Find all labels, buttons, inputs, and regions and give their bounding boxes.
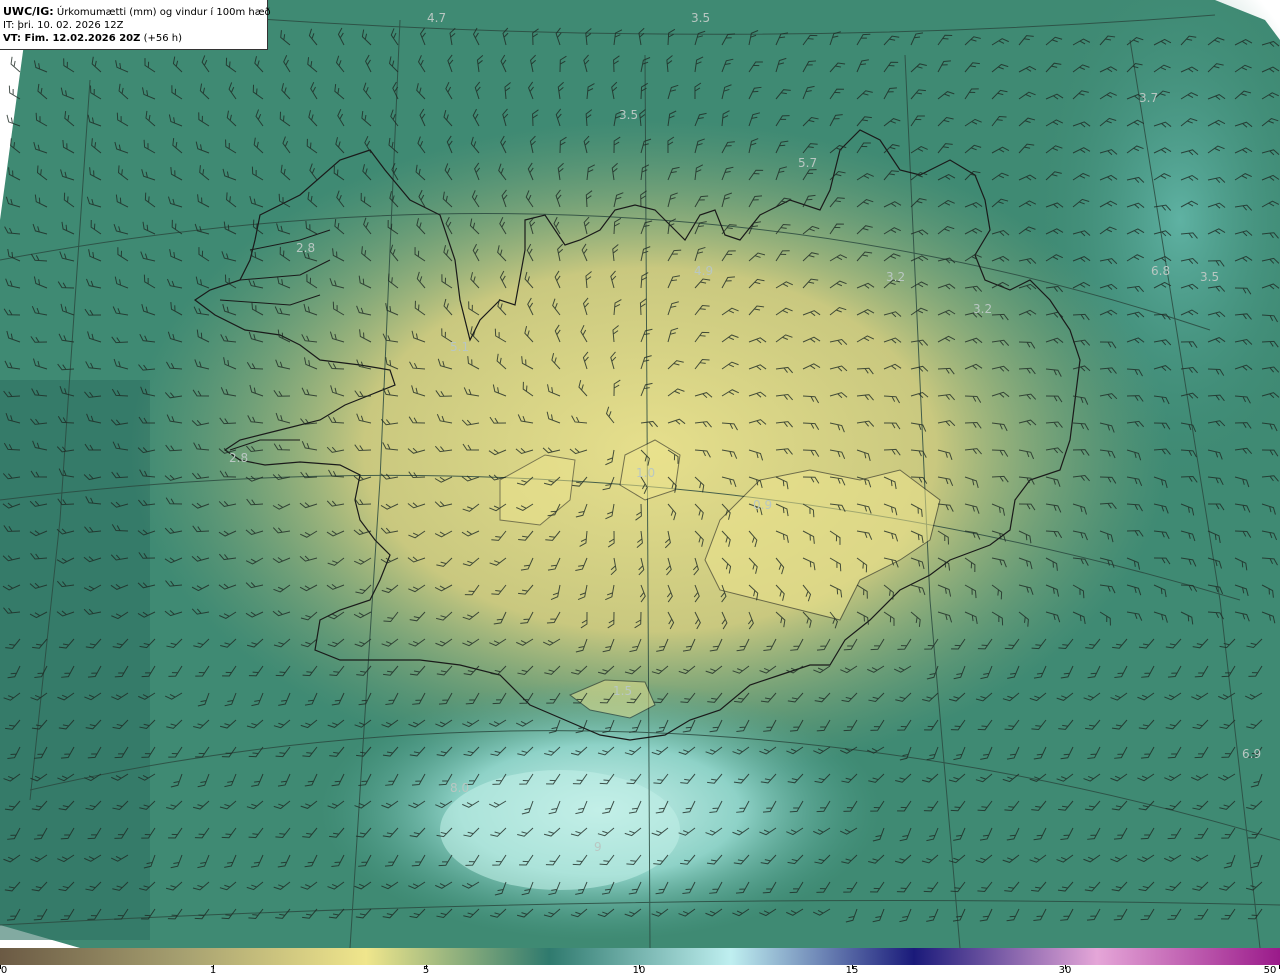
map-canvas: 4.7 3.5 3.7 3.5 5.7 2.8 4.9 3.2 3.2 6.8 … (0, 0, 1280, 948)
value-label: 3.5 (1200, 270, 1219, 284)
value-label: 4.9 (694, 264, 713, 278)
map-info-box: UWC/IG: Úrkomumætti (mm) og vindur í 100… (0, 0, 271, 50)
dark-west-band (0, 380, 150, 940)
colorbar-gradient (0, 948, 1280, 965)
colorbar-label: 0 (0, 965, 8, 976)
colorbar-label: 15 (845, 965, 859, 976)
value-label: 8.0 (450, 781, 469, 795)
south-moisture-core (440, 770, 680, 890)
colorbar-label: 30 (1058, 965, 1072, 976)
valid-offset: (+56 h) (143, 33, 182, 44)
weather-map: 4.7 3.5 3.7 3.5 5.7 2.8 4.9 3.2 3.2 6.8 … (0, 0, 1280, 948)
value-label: 1.0 (636, 466, 655, 480)
value-label: 4.7 (427, 11, 446, 25)
value-label: 3.5 (691, 11, 710, 25)
value-label: 2.8 (296, 241, 315, 255)
value-label: 9 (594, 840, 602, 854)
colorbar-label: 5 (422, 965, 430, 976)
value-label: 5.1 (450, 340, 469, 354)
value-label: 6.8 (1151, 264, 1170, 278)
valid-row: VT: Fim. 12.02.2026 20Z (+56 h) (3, 32, 267, 45)
value-label: 3.7 (1139, 91, 1158, 105)
value-label: 3.2 (973, 302, 992, 316)
colorbar-label: 1 (209, 965, 217, 976)
value-label: 3.5 (619, 108, 638, 122)
value-label: 2.8 (229, 451, 248, 465)
model-prefix: UWC/IG: (3, 5, 54, 18)
valid-time: VT: Fim. 12.02.2026 20Z (3, 33, 141, 44)
value-label: 1.5 (613, 684, 632, 698)
title-row: UWC/IG: Úrkomumætti (mm) og vindur í 100… (3, 5, 271, 19)
value-label: 0.9 (753, 498, 772, 512)
value-label: 3.2 (886, 270, 905, 284)
colorbar-label: 10 (632, 965, 646, 976)
value-label: 6.9 (1242, 747, 1261, 761)
init-time: IT: þri. 10. 02. 2026 12Z (3, 20, 124, 31)
value-label: 5.7 (798, 156, 817, 170)
colorbar-label: 50 (1263, 965, 1277, 976)
map-title: Úrkomumætti (mm) og vindur í 100m hæð (56, 7, 271, 18)
